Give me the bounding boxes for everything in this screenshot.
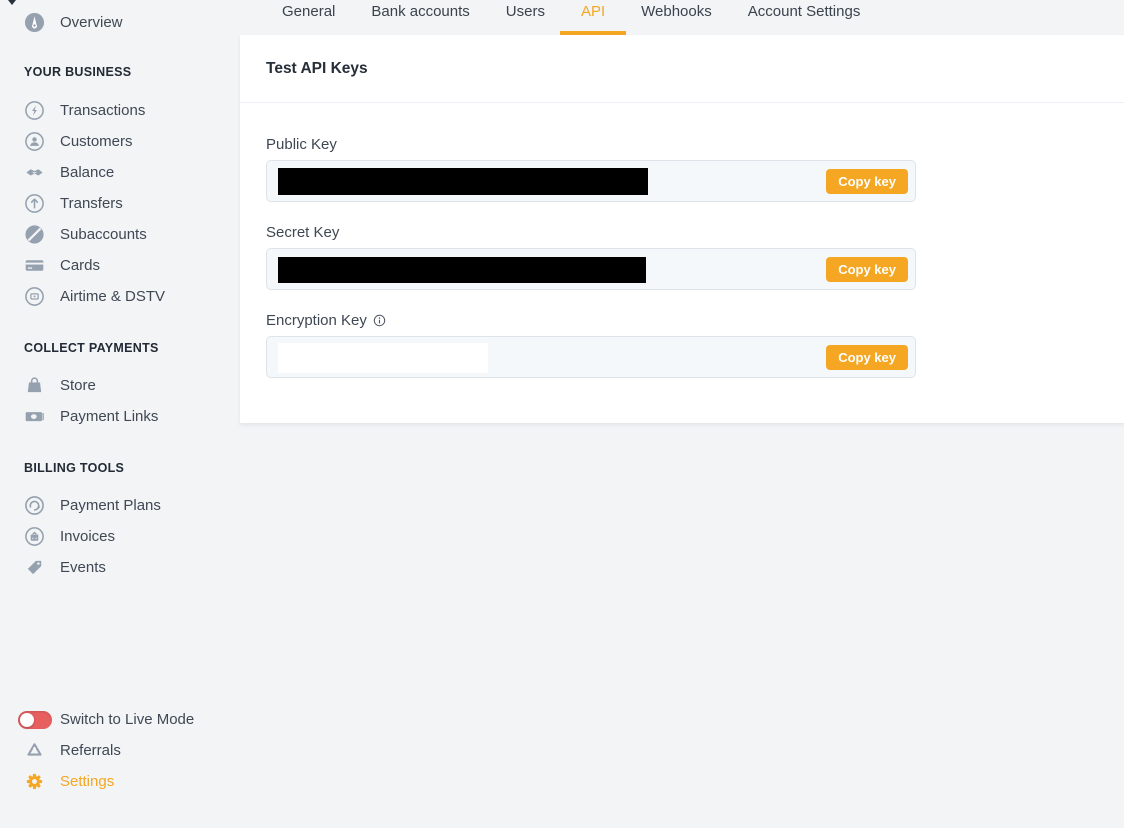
balance-handshake-icon: [24, 162, 45, 183]
sidebar-item-overview[interactable]: Overview: [0, 7, 240, 37]
sidebar-item-label: Customers: [60, 133, 133, 150]
subaccounts-icon: [24, 224, 45, 245]
tab-bank-accounts[interactable]: Bank accounts: [371, 0, 469, 35]
public-key-field[interactable]: Copy key: [266, 160, 916, 202]
sidebar-item-label: Balance: [60, 164, 114, 181]
sidebar-section-your-business: YOUR BUSINESS: [0, 63, 240, 81]
sidebar-item-label: Store: [60, 377, 96, 394]
sidebar-item-label: Payment Links: [60, 408, 158, 425]
sidebar-item-events[interactable]: Events: [0, 552, 240, 583]
encryption-key-field[interactable]: Copy key: [266, 336, 916, 378]
public-key-label: Public Key: [266, 135, 1098, 153]
tab-general[interactable]: General: [282, 0, 335, 35]
live-mode-toggle-row[interactable]: Switch to Live Mode: [0, 704, 240, 735]
transfers-icon: [24, 193, 45, 214]
sidebar-item-label: Transactions: [60, 102, 145, 119]
payment-plans-icon: [24, 495, 45, 516]
api-keys-card: Test API Keys Public Key Copy key Secret…: [240, 35, 1124, 423]
sidebar-section-billing-tools: BILLING TOOLS: [0, 459, 240, 477]
customers-icon: [24, 131, 45, 152]
encryption-key-label: Encryption Key: [266, 312, 367, 329]
sidebar-item-settings[interactable]: Settings: [0, 766, 240, 797]
overview-icon: [24, 12, 45, 33]
public-key-redacted-value: [278, 168, 648, 195]
secret-key-redacted-value: [278, 257, 646, 283]
sidebar-item-label: Referrals: [60, 742, 121, 759]
sidebar-item-transfers[interactable]: Transfers: [0, 188, 240, 219]
sidebar-item-label: Invoices: [60, 528, 115, 545]
sidebar-item-payment-links[interactable]: Payment Links: [0, 401, 240, 432]
sidebar-item-airtime-dstv[interactable]: Airtime & DSTV: [0, 281, 240, 312]
sidebar: Overview YOUR BUSINESS Transactions Cust…: [0, 0, 240, 828]
events-tag-icon: [24, 557, 45, 578]
toggle-knob: [20, 713, 34, 727]
tab-api[interactable]: API: [581, 0, 605, 35]
cards-icon: [24, 255, 45, 276]
partial-logo: [8, 0, 16, 5]
sidebar-footer: Switch to Live Mode Referrals Settings: [0, 704, 240, 797]
sidebar-item-store[interactable]: Store: [0, 370, 240, 401]
sidebar-item-label: Overview: [60, 14, 123, 31]
copy-encryption-key-button[interactable]: Copy key: [826, 345, 908, 370]
secret-key-label: Secret Key: [266, 223, 1098, 241]
sidebar-item-invoices[interactable]: Invoices: [0, 521, 240, 552]
transactions-icon: [24, 100, 45, 121]
tab-users[interactable]: Users: [506, 0, 545, 35]
sidebar-item-label: Cards: [60, 257, 100, 274]
secret-key-field[interactable]: Copy key: [266, 248, 916, 290]
info-icon[interactable]: [373, 314, 386, 327]
encryption-key-redacted-value: [278, 343, 488, 373]
sidebar-item-label: Events: [60, 559, 106, 576]
copy-secret-key-button[interactable]: Copy key: [826, 257, 908, 282]
invoices-icon: [24, 526, 45, 547]
live-mode-label: Switch to Live Mode: [60, 711, 194, 728]
copy-public-key-button[interactable]: Copy key: [826, 169, 908, 194]
sidebar-item-label: Payment Plans: [60, 497, 161, 514]
sidebar-item-balance[interactable]: Balance: [0, 157, 240, 188]
payment-links-banknote-icon: [24, 406, 45, 427]
store-bag-icon: [24, 375, 45, 396]
card-body: Public Key Copy key Secret Key Copy key …: [240, 135, 1124, 378]
sidebar-item-label: Airtime & DSTV: [60, 288, 165, 305]
referrals-icon: [24, 740, 45, 761]
sidebar-item-payment-plans[interactable]: Payment Plans: [0, 490, 240, 521]
live-mode-toggle[interactable]: [18, 711, 52, 729]
airtime-dstv-icon: [24, 286, 45, 307]
sidebar-item-customers[interactable]: Customers: [0, 126, 240, 157]
sidebar-item-label: Subaccounts: [60, 226, 147, 243]
tab-webhooks[interactable]: Webhooks: [641, 0, 712, 35]
settings-tab-bar: General Bank accounts Users API Webhooks…: [240, 0, 1124, 35]
sidebar-section-collect-payments: COLLECT PAYMENTS: [0, 339, 240, 357]
tab-account-settings[interactable]: Account Settings: [748, 0, 861, 35]
sidebar-item-subaccounts[interactable]: Subaccounts: [0, 219, 240, 250]
sidebar-item-referrals[interactable]: Referrals: [0, 735, 240, 766]
sidebar-item-cards[interactable]: Cards: [0, 250, 240, 281]
card-header: Test API Keys: [240, 35, 1124, 103]
card-title: Test API Keys: [266, 60, 368, 78]
sidebar-item-label: Settings: [60, 773, 114, 790]
sidebar-item-transactions[interactable]: Transactions: [0, 95, 240, 126]
settings-gear-icon: [24, 771, 45, 792]
sidebar-item-label: Transfers: [60, 195, 123, 212]
encryption-key-label-row: Encryption Key: [266, 311, 1098, 329]
